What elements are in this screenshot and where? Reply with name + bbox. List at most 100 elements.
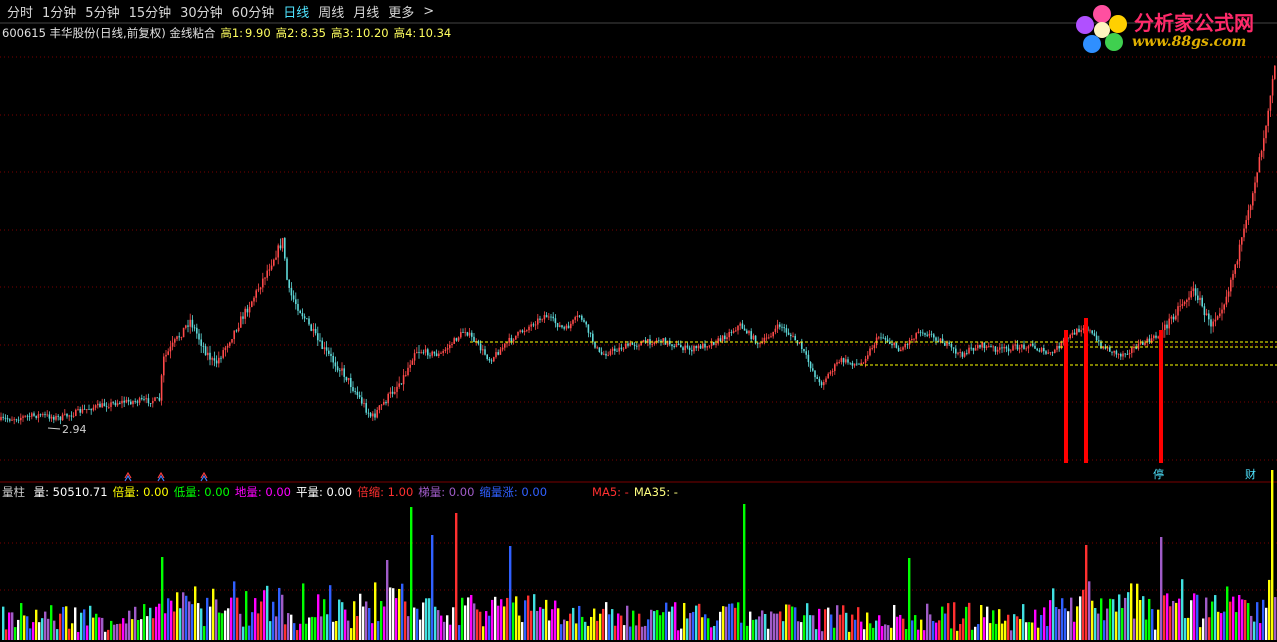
volume-bar [293, 623, 296, 640]
volume-bar [299, 623, 302, 640]
candle-body [464, 332, 466, 333]
candle-body [1168, 318, 1170, 329]
volume-bar [602, 608, 605, 640]
volume-bar [260, 601, 263, 640]
candle-body [970, 347, 972, 349]
period-tab-1[interactable]: 1分钟 [42, 2, 76, 21]
candle-body [330, 353, 332, 356]
volume-bar [1229, 601, 1232, 640]
volume-bar [995, 623, 998, 640]
candle-body [1194, 288, 1197, 296]
volume-bar [782, 621, 785, 640]
volume-bar [83, 609, 86, 640]
more-arrow-icon[interactable]: > [423, 4, 434, 19]
volume-bar [200, 608, 203, 640]
volume-bar [1058, 609, 1061, 640]
candle-body [460, 332, 462, 338]
period-tab-7[interactable]: 周线 [318, 2, 344, 21]
candle-body [673, 346, 675, 347]
volume-bar [485, 611, 488, 640]
candle-body [350, 377, 352, 388]
volume-bar [476, 609, 479, 640]
candle-body [101, 403, 103, 408]
candle-body [968, 347, 970, 354]
volume-bar [923, 630, 926, 640]
candle-body [994, 346, 997, 352]
volume-legend-item-3: 地量: 0.00 [234, 485, 291, 499]
candle-body [372, 413, 374, 417]
volume-bar [53, 620, 56, 640]
candle-body [1098, 340, 1100, 342]
candle-body [1080, 330, 1082, 332]
volume-bar [539, 607, 542, 640]
candle-body [805, 351, 807, 355]
volume-bar [947, 603, 950, 640]
candle-body [321, 340, 323, 349]
candle-body [963, 353, 966, 357]
volume-bar [1064, 608, 1067, 640]
period-tab-9[interactable]: 更多 [388, 2, 414, 21]
volume-bar [44, 611, 47, 640]
volume-bar [503, 606, 506, 640]
candle-body [457, 337, 460, 341]
candle-body [611, 348, 614, 351]
period-tab-6[interactable]: 日线 [283, 2, 309, 21]
volume-bar [845, 612, 848, 640]
candle-body [292, 295, 295, 300]
period-tab-0[interactable]: 分时 [7, 2, 33, 21]
volume-bar [710, 627, 713, 640]
volume-bar [944, 613, 947, 640]
volume-bar [1133, 618, 1136, 640]
volume-bar [734, 607, 737, 640]
candle-body [418, 352, 420, 353]
candle-body [273, 259, 275, 266]
period-tab-3[interactable]: 15分钟 [129, 2, 172, 21]
candle-body [215, 360, 218, 364]
volume-legend-item-0: 量: 50510.71 [33, 485, 108, 499]
candle-body [1124, 353, 1126, 355]
candle-body [440, 352, 442, 354]
volume-bar [524, 600, 527, 640]
candle-body [1021, 344, 1023, 348]
candle-body [68, 415, 70, 417]
volume-bar [1013, 614, 1016, 640]
candle-body [123, 400, 125, 403]
candle-body [431, 351, 433, 356]
period-tab-5[interactable]: 60分钟 [232, 2, 275, 21]
candle-body [620, 347, 623, 350]
candle-body [686, 345, 689, 348]
candle-body [158, 397, 161, 401]
volume-bar [1211, 601, 1214, 640]
candle-body [990, 345, 992, 347]
candle-body [237, 327, 240, 332]
period-tab-8[interactable]: 月线 [353, 2, 379, 21]
period-tab-4[interactable]: 30分钟 [180, 2, 223, 21]
candle-body [1001, 347, 1003, 349]
candle-body [1056, 345, 1058, 350]
volume-bar [911, 620, 914, 640]
volume-bar [776, 613, 779, 640]
volume-bar [236, 597, 239, 640]
candle-body [849, 362, 851, 364]
candle-body [629, 342, 631, 346]
candle-body [37, 414, 40, 418]
volume-bar [641, 626, 644, 640]
volume-bar [473, 603, 476, 640]
volume-bar [425, 598, 428, 640]
chart-canvas[interactable]: 2.94 [0, 0, 1277, 642]
candle-body [787, 332, 790, 335]
volume-bar [1178, 598, 1181, 640]
candle-body [226, 345, 229, 348]
candle-body [600, 352, 603, 355]
candle-body [911, 339, 913, 341]
period-tab-2[interactable]: 5分钟 [85, 2, 119, 21]
candle-body [1263, 138, 1265, 151]
volume-bar [1067, 611, 1070, 640]
volume-bar [47, 618, 50, 640]
volume-bar [491, 599, 494, 640]
candle-body [763, 337, 766, 343]
candle-body [48, 414, 51, 419]
high2-value: 8.35 [300, 26, 326, 40]
candle-body [730, 332, 733, 333]
volume-bar [518, 615, 521, 640]
